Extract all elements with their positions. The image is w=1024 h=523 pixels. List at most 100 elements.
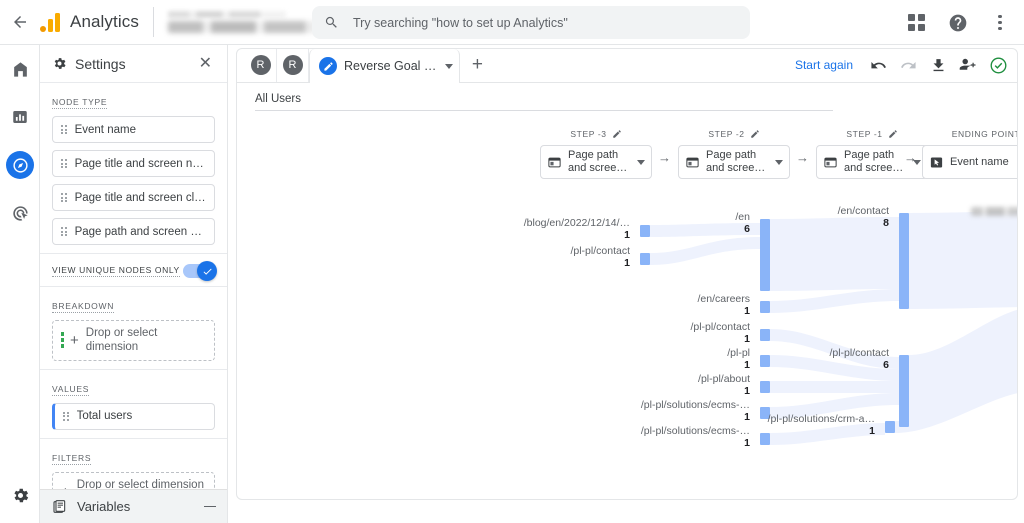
help-icon[interactable]	[940, 5, 976, 41]
node-label[interactable]: /blog/en/2022/12/14/… 1	[524, 217, 630, 241]
drag-handle-icon[interactable]	[61, 192, 67, 203]
node-label[interactable]: /pl-pl/contact 1	[570, 245, 630, 269]
sidebar-item-home[interactable]	[0, 45, 40, 93]
node-label-text: /pl-pl/solutions/ecms-…	[640, 399, 750, 411]
sidebar-item-reports[interactable]	[0, 93, 40, 141]
node-type-option-page-path-screen-class[interactable]: Page path and screen class	[52, 218, 215, 245]
node-label[interactable]: /en/careers 1	[697, 293, 750, 317]
redo-icon[interactable]	[895, 52, 921, 78]
node-label[interactable]: /pl-pl/contact 1	[690, 321, 750, 345]
step-headers: STEP -3 Page path and scree… → STEP -2 P	[237, 127, 1018, 179]
node-bar[interactable]	[899, 355, 909, 427]
variables-bar[interactable]: Variables	[40, 489, 227, 523]
page-icon	[824, 157, 837, 167]
node-bar[interactable]	[760, 355, 770, 367]
node-bar[interactable]	[760, 381, 770, 393]
node-label[interactable]: /pl-pl/solutions/ecms-… 1	[641, 425, 750, 449]
variables-label: Variables	[77, 499, 131, 514]
node-value: 1	[869, 425, 875, 438]
left-nav-rail	[0, 45, 40, 523]
add-tab-button[interactable]: +	[460, 49, 494, 82]
drag-handle-icon[interactable]	[61, 226, 67, 237]
node-bar[interactable]	[640, 225, 650, 237]
start-again-button[interactable]: Start again	[795, 58, 853, 72]
pencil-icon[interactable]	[888, 129, 898, 139]
values-section: VALUES Total users	[40, 370, 227, 439]
node-label-text: /pl-pl/contact	[570, 245, 630, 257]
breakdown-section: BREAKDOWN + Drop or select dimension	[40, 287, 227, 370]
node-label-text: /pl-pl/about	[698, 373, 750, 385]
node-bar[interactable]	[760, 301, 770, 313]
search-bar[interactable]	[312, 6, 750, 39]
node-type-option-page-title-screen-class[interactable]: Page title and screen class	[52, 184, 215, 211]
chevron-down-icon[interactable]	[637, 159, 645, 165]
apps-grid-icon[interactable]	[898, 5, 934, 41]
node-label[interactable]: /pl-pl/solutions/ecms-… 1	[641, 399, 750, 423]
gear-icon	[13, 488, 28, 502]
node-type-label: NODE TYPE	[52, 97, 108, 109]
values-item-total-users[interactable]: Total users	[52, 402, 215, 430]
share-person-icon[interactable]	[955, 52, 981, 78]
tab-avatar-2[interactable]: R	[277, 49, 309, 82]
pencil-icon[interactable]	[750, 129, 760, 139]
node-label[interactable]: /en 6	[735, 211, 750, 235]
node-value: 1	[744, 437, 750, 450]
minus-icon[interactable]	[204, 505, 216, 508]
node-value: 15	[1017, 217, 1018, 229]
segment-label[interactable]: All Users	[255, 93, 999, 110]
segment-row: All Users	[237, 83, 1017, 111]
node-label-text: /pl-pl/solutions/crm-a…	[767, 413, 875, 425]
node-type-option-page-title-screen-name[interactable]: Page title and screen name	[52, 150, 215, 177]
chevron-down-icon[interactable]	[775, 159, 783, 165]
ending-point-selector[interactable]: Event name	[922, 145, 1017, 179]
tab-reverse-goal-path[interactable]: Reverse Goal …	[309, 49, 461, 83]
node-label[interactable]: /pl-pl/solutions/crm-a… 1	[768, 413, 875, 437]
values-label: VALUES	[52, 383, 90, 396]
chevron-down-icon[interactable]	[445, 63, 454, 69]
check-circle-icon[interactable]	[985, 52, 1011, 78]
node-label[interactable]: /pl-pl/about 1	[698, 373, 750, 397]
more-vert-icon[interactable]	[982, 5, 1018, 41]
node-label[interactable]: /pl-pl 1	[727, 347, 750, 371]
node-bar[interactable]	[760, 219, 770, 291]
brand-title: Analytics	[70, 12, 139, 31]
node-bar[interactable]	[640, 253, 650, 265]
node-value: 1	[624, 229, 630, 242]
node-label-ending-point[interactable]: 15	[1017, 217, 1018, 229]
node-bar[interactable]	[760, 329, 770, 341]
drag-handle-icon[interactable]	[61, 124, 67, 135]
tab-avatar-1[interactable]: R	[245, 49, 277, 82]
breakdown-dropzone[interactable]: + Drop or select dimension	[52, 320, 215, 361]
step-dimension-selector-0[interactable]: Page path and scree…	[540, 145, 652, 179]
node-label[interactable]: /en/contact 8	[838, 205, 889, 229]
download-icon[interactable]	[925, 52, 951, 78]
drag-handle-icon[interactable]	[61, 158, 67, 169]
node-type-section: NODE TYPE Event name Page title and scre…	[40, 83, 227, 254]
drag-handle-icon[interactable]	[63, 411, 69, 421]
node-bar[interactable]	[899, 213, 909, 309]
node-bar[interactable]	[885, 421, 895, 433]
node-type-option-event-name[interactable]: Event name	[52, 116, 215, 143]
gear-icon	[52, 56, 67, 71]
breakdown-placeholder: Drop or select dimension	[85, 327, 158, 354]
search-input[interactable]	[351, 14, 738, 31]
property-selector[interactable]	[152, 7, 328, 37]
avatar: R	[250, 55, 271, 75]
node-value: 6	[883, 359, 889, 372]
close-icon[interactable]: ✕	[196, 54, 215, 74]
node-value: 1	[744, 333, 750, 346]
step-dimension-selector-1[interactable]: Page path and scree…	[678, 145, 790, 179]
sidebar-item-admin[interactable]	[0, 475, 40, 515]
step-caption-text: ENDING POINT	[951, 128, 1018, 139]
back-arrow-icon[interactable]	[0, 0, 40, 45]
node-label[interactable]: /pl-pl/contact 6	[829, 347, 889, 371]
step-caption-text: STEP -1	[846, 128, 883, 139]
sankey-diagram: /blog/en/2022/12/14/… 1 /pl-pl/contact 1…	[237, 177, 1018, 487]
unique-nodes-toggle[interactable]	[183, 261, 217, 281]
top-bar: Analytics	[0, 0, 1024, 45]
node-type-option-label: Page title and screen class	[74, 191, 206, 204]
sidebar-item-advertising[interactable]	[0, 189, 40, 237]
undo-icon[interactable]	[865, 52, 891, 78]
sidebar-item-explore[interactable]	[0, 141, 40, 189]
pencil-icon[interactable]	[612, 129, 622, 139]
